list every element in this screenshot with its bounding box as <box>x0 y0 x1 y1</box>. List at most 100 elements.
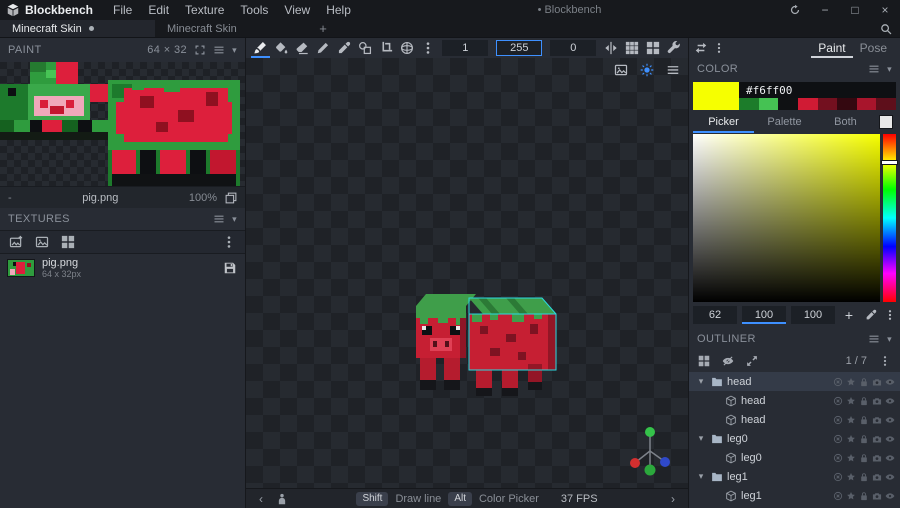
star-icon[interactable] <box>846 415 856 425</box>
panel-menu-icon[interactable] <box>868 333 880 345</box>
tree-expand-icon[interactable]: ▾ <box>695 471 707 482</box>
value-input[interactable] <box>791 306 835 324</box>
append-palette-icon[interactable] <box>61 235 75 249</box>
cancel-icon[interactable] <box>833 377 843 387</box>
outliner-node-leg0[interactable]: ▾ leg0 <box>689 429 900 448</box>
menu-edit[interactable]: Edit <box>140 0 177 20</box>
cancel-icon[interactable] <box>833 491 843 501</box>
expand-collapse-all-icon[interactable] <box>746 355 758 367</box>
palette-swatch[interactable] <box>739 98 759 110</box>
star-icon[interactable] <box>846 491 856 501</box>
palette-swatch[interactable] <box>778 98 798 110</box>
close-button[interactable]: × <box>870 0 900 20</box>
lock-icon[interactable] <box>859 415 869 425</box>
popout-icon[interactable] <box>194 44 206 56</box>
camera-icon[interactable] <box>872 434 882 444</box>
collapse-icon[interactable]: ▾ <box>232 45 237 56</box>
camera-icon[interactable] <box>872 472 882 482</box>
collapse-icon[interactable]: ▾ <box>887 334 892 345</box>
hue-slider[interactable] <box>882 134 897 302</box>
collapse-icon[interactable]: ▾ <box>887 64 892 75</box>
pig-model[interactable] <box>414 284 564 419</box>
viewport-3d[interactable] <box>246 58 688 488</box>
menu-view[interactable]: View <box>276 0 318 20</box>
minimize-button[interactable]: − <box>810 0 840 20</box>
picker-tab-palette[interactable]: Palette <box>754 111 815 133</box>
mirror-painting-toggle[interactable] <box>601 38 620 58</box>
lock-icon[interactable] <box>859 396 869 406</box>
texture-2d-preview[interactable] <box>0 62 245 186</box>
eye-icon[interactable] <box>885 491 895 501</box>
fill-tool[interactable] <box>272 38 291 58</box>
outliner-node-head[interactable]: head <box>689 391 900 410</box>
shading-toggle-icon[interactable] <box>640 63 654 77</box>
hex-color-input[interactable]: #f6ff00 <box>739 82 896 98</box>
pencil-tool[interactable] <box>314 38 333 58</box>
tree-expand-icon[interactable]: ▾ <box>695 376 707 387</box>
project-tab-1[interactable]: Minecraft Skin <box>155 20 310 37</box>
eye-icon[interactable] <box>885 472 895 482</box>
palette-swatch[interactable] <box>876 98 896 110</box>
pixel-grid-toggle[interactable] <box>622 38 641 58</box>
camera-icon[interactable] <box>872 377 882 387</box>
customize-toolbar-icon[interactable] <box>664 38 683 58</box>
search-icon[interactable] <box>872 20 900 37</box>
cancel-icon[interactable] <box>833 415 843 425</box>
screenshot-icon[interactable] <box>614 63 628 77</box>
lock-icon[interactable] <box>859 377 869 387</box>
outliner-node-leg1[interactable]: ▾ leg1 <box>689 467 900 486</box>
outliner-node-leg0[interactable]: leg0 <box>689 448 900 467</box>
outliner-options-icon[interactable] <box>698 355 710 367</box>
saturation-value-picker[interactable] <box>693 134 880 302</box>
new-tab-button[interactable]: + <box>310 20 336 37</box>
cancel-icon[interactable] <box>833 396 843 406</box>
viewport-menu-icon[interactable] <box>666 63 680 77</box>
star-icon[interactable] <box>846 472 856 482</box>
camera-icon[interactable] <box>872 396 882 406</box>
outliner-more-icon[interactable] <box>879 355 891 367</box>
textures-more-icon[interactable] <box>222 235 236 249</box>
draw-shape-tool[interactable] <box>356 38 375 58</box>
star-icon[interactable] <box>846 453 856 463</box>
panel-menu-icon[interactable] <box>213 213 225 225</box>
palette-swatch[interactable] <box>837 98 857 110</box>
layers-icon[interactable] <box>225 192 237 204</box>
sidebar-expand-icon[interactable]: › <box>666 492 680 506</box>
project-tab-0[interactable]: Minecraft Skin <box>0 20 155 37</box>
menu-help[interactable]: Help <box>318 0 359 20</box>
panel-menu-icon[interactable] <box>868 63 880 75</box>
saturation-input[interactable] <box>742 306 786 324</box>
mode-tab-paint[interactable]: Paint <box>811 39 852 58</box>
picker-tab-both[interactable]: Both <box>815 111 876 133</box>
panel-menu-icon[interactable] <box>213 44 225 56</box>
selection-tool[interactable] <box>377 38 396 58</box>
texture-list-item[interactable]: pig.png 64 x 32px <box>0 254 245 282</box>
mode-tab-pose[interactable]: Pose <box>853 39 894 58</box>
create-texture-icon[interactable] <box>35 235 49 249</box>
toggle-visibility-icon[interactable] <box>722 355 734 367</box>
reload-button[interactable] <box>780 0 810 20</box>
camera-icon[interactable] <box>872 415 882 425</box>
orientation-gizmo[interactable] <box>628 424 672 476</box>
brush-tool[interactable] <box>251 38 270 58</box>
eyedropper-icon[interactable] <box>865 309 877 321</box>
secondary-color-swatch[interactable] <box>879 115 893 129</box>
brush-size-input[interactable] <box>442 40 489 56</box>
eraser-tool[interactable] <box>293 38 312 58</box>
palette-swatch[interactable] <box>758 98 779 110</box>
cancel-icon[interactable] <box>833 453 843 463</box>
eye-icon[interactable] <box>885 453 895 463</box>
maximize-button[interactable]: □ <box>840 0 870 20</box>
outliner-node-head[interactable]: ▾ head <box>689 372 900 391</box>
painting-grid-toggle[interactable] <box>643 38 662 58</box>
star-icon[interactable] <box>846 396 856 406</box>
picker-tab-picker[interactable]: Picker <box>693 111 754 133</box>
menu-file[interactable]: File <box>105 0 140 20</box>
hue-slider-handle[interactable] <box>882 160 897 164</box>
palette-swatch[interactable] <box>856 98 877 110</box>
current-color-swatch[interactable] <box>693 82 739 110</box>
color-more-icon[interactable] <box>884 309 896 321</box>
eye-icon[interactable] <box>885 434 895 444</box>
menu-texture[interactable]: Texture <box>177 0 232 20</box>
save-texture-icon[interactable] <box>223 261 237 275</box>
